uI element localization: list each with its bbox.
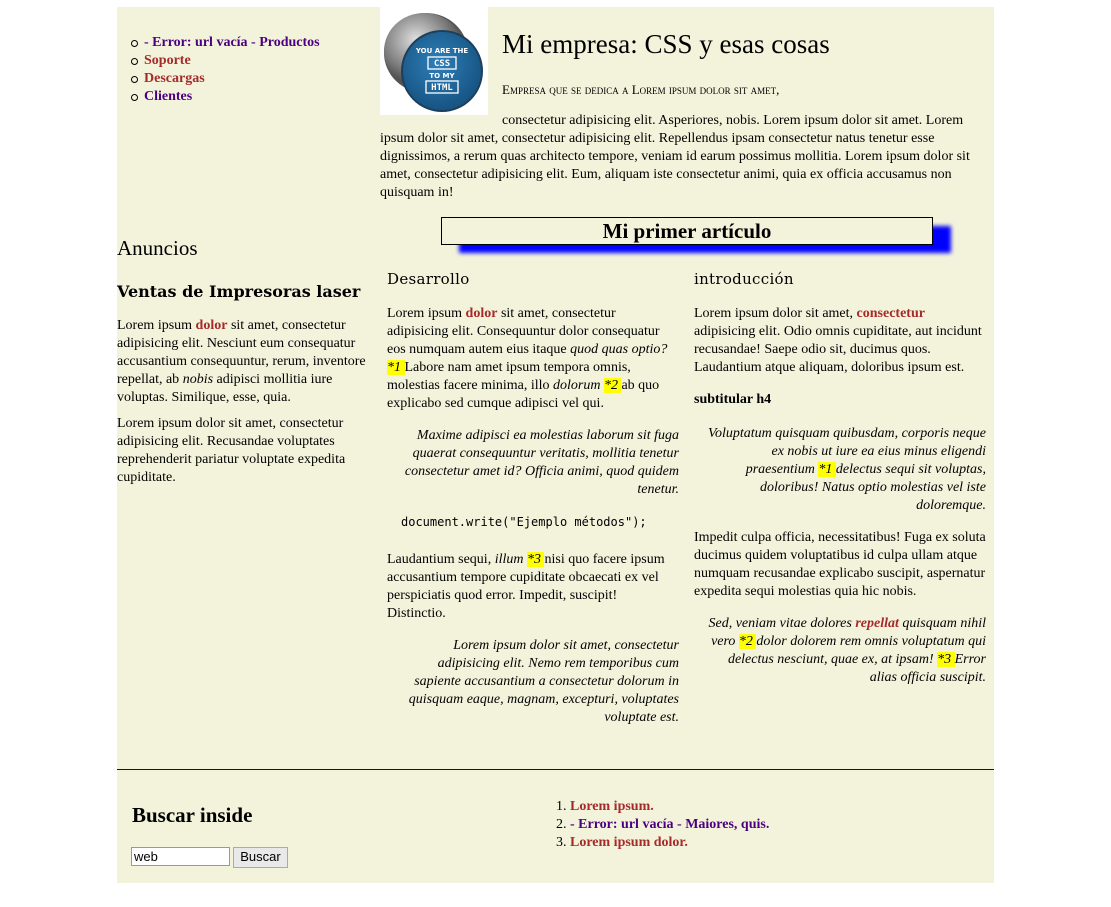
intro-quote-1: Voluptatum quisquam quibusdam, corporis … [707, 426, 986, 513]
nav-item-productos: - Error: url vacía - Productos [131, 34, 320, 52]
search-input[interactable]: web [131, 847, 230, 866]
logo-text-line4: HTML [431, 83, 453, 93]
footnote-mark-2: *2 [738, 634, 757, 649]
site-title: Mi empresa: CSS y esas cosas [502, 29, 830, 59]
article-column-left: Desarrollo Lorem ipsum dolor sit amet, c… [387, 269, 679, 741]
footnote-mark-1: *1 [818, 462, 836, 477]
search-button[interactable]: Buscar [233, 847, 288, 868]
ads-sidebar: Anuncios Ventas de Impresoras laser Lore… [117, 235, 373, 495]
search-heading: Buscar inside [132, 803, 253, 827]
intro-col-paragraph-1: Lorem ipsum dolor sit amet, consectetur … [694, 306, 982, 375]
footer-link-maiores[interactable]: - Error: url vacía - Maiores, quis. [570, 817, 769, 832]
footnote-mark-3: *3 [937, 652, 955, 667]
section-heading-introduccion: introducción [694, 270, 794, 288]
intro-quote-2: Sed, veniam vitae dolores repellat quisq… [708, 616, 986, 685]
article-title: Mi primer artículo [441, 217, 933, 245]
footnote-mark-1: *1 [387, 360, 405, 375]
footer-link-lorem-dolor[interactable]: Lorem ipsum dolor. [570, 835, 688, 850]
desarrollo-quote-1: Maxime adipisci ea molestias laborum sit… [404, 428, 679, 497]
nav-link-clientes[interactable]: Clientes [144, 89, 192, 104]
intro-link-consectetur[interactable]: consectetur [857, 306, 925, 321]
page-container: - Error: url vacía - Productos Soporte D… [117, 7, 994, 883]
desarrollo-link-dolor[interactable]: dolor [466, 306, 498, 321]
nav-link-productos[interactable]: - Error: url vacía - Productos [144, 35, 320, 50]
footer-link-lorem-ipsum[interactable]: Lorem ipsum. [570, 799, 654, 814]
subtitle-h4: subtitular h4 [694, 392, 772, 407]
ads-heading: Anuncios [117, 236, 198, 260]
desarrollo-paragraph-1: Lorem ipsum dolor sit amet, consectetur … [387, 306, 668, 411]
ads-paragraph-1: Lorem ipsum dolor sit amet, consectetur … [117, 318, 366, 405]
logo-badge: YOU ARE THE CSS TO MY HTML [380, 7, 488, 115]
footnote-mark-3: *3 [526, 552, 545, 567]
nav-item-descargas: Descargas [131, 70, 320, 88]
ads-link-dolor[interactable]: dolor [196, 318, 228, 333]
article-column-right: introducción Lorem ipsum dolor sit amet,… [694, 269, 986, 701]
nav-item-soporte: Soporte [131, 52, 320, 70]
section-heading-desarrollo: Desarrollo [387, 270, 470, 288]
footnote-mark-2: *2 [603, 378, 622, 393]
footer-link-list: Lorem ipsum. - Error: url vacía - Maiore… [555, 798, 769, 852]
footer-list-item: Lorem ipsum dolor. [570, 834, 769, 852]
nav-link-descargas[interactable]: Descargas [144, 71, 205, 86]
logo-text-line2: CSS [434, 59, 450, 69]
site-subtitle: Empresa que se dedica a Lorem ipsum dolo… [502, 82, 780, 97]
nav-item-clientes: Clientes [131, 88, 320, 106]
main-nav: - Error: url vacía - Productos Soporte D… [130, 34, 320, 106]
footer-list-item: - Error: url vacía - Maiores, quis. [570, 816, 769, 834]
footer-list-item: Lorem ipsum. [570, 798, 769, 816]
desarrollo-paragraph-2: Laudantium sequi, illum *3 nisi quo face… [387, 552, 665, 621]
intro-col-paragraph-2: Impedit culpa officia, necessitatibus! F… [694, 530, 986, 599]
code-sample: document.write("Ejemplo métodos"); [401, 515, 647, 529]
intro-paragraph: consectetur adipisicing elit. Asperiores… [380, 113, 970, 200]
logo-text-line3: TO MY [429, 72, 455, 80]
intro-link-repellat[interactable]: repellat [855, 616, 899, 631]
nav-link-soporte[interactable]: Soporte [144, 53, 191, 68]
desarrollo-quote-2: Lorem ipsum dolor sit amet, consectetur … [408, 638, 679, 725]
logo-text-line1: YOU ARE THE [415, 47, 469, 55]
footer-divider [117, 769, 994, 770]
ads-paragraph-2: Lorem ipsum dolor sit amet, consectetur … [117, 416, 346, 485]
ads-subheading: Ventas de Impresoras laser [117, 282, 361, 301]
